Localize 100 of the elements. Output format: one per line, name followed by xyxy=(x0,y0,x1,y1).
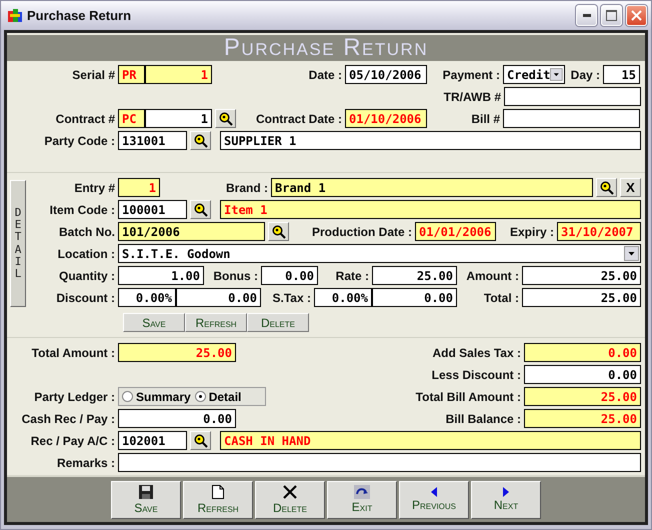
name-field[interactable]: SUPPLIER 1 xyxy=(220,131,641,150)
field-label: Quantity : xyxy=(58,268,115,282)
percent-field[interactable]: 0.00% xyxy=(118,288,176,307)
search-icon xyxy=(194,134,208,148)
detail-button[interactable]: Refresh xyxy=(185,313,247,332)
prefix-field[interactable]: PR xyxy=(118,65,145,84)
field-label: Contract Date : xyxy=(254,112,342,126)
radio-option[interactable]: Detail xyxy=(194,390,242,404)
bonus-field[interactable]: 0.00 xyxy=(261,266,318,285)
app-icon xyxy=(7,8,23,24)
radio-option[interactable]: Summary xyxy=(122,390,191,404)
field-label: Party Code : xyxy=(43,134,115,148)
remarks-field[interactable] xyxy=(118,453,641,472)
bill-amount-field[interactable]: 25.00 xyxy=(524,387,641,406)
field-label: Brand : xyxy=(225,180,268,194)
search-button[interactable] xyxy=(190,431,211,450)
name-field[interactable]: CASH IN HAND xyxy=(220,431,641,450)
amount-field[interactable]: 25.00 xyxy=(522,266,641,285)
search-button[interactable] xyxy=(190,200,211,219)
tax-field[interactable]: 0.00 xyxy=(372,288,457,307)
code-field[interactable]: 100001 xyxy=(118,200,187,219)
batch-field[interactable]: 101/2006 xyxy=(118,222,265,241)
field-label: Production Date : xyxy=(310,224,412,238)
location-dropdown[interactable]: S.I.T.E. Godown xyxy=(118,244,641,263)
total-amount-field[interactable]: 25.00 xyxy=(118,343,236,362)
field-label: Rec / Pay A/C : xyxy=(30,434,115,448)
toolbar-button[interactable]: Exit xyxy=(327,480,397,518)
cash-field[interactable]: 0.00 xyxy=(118,409,236,428)
toolbar-button[interactable]: Previous xyxy=(399,480,469,518)
serial-field[interactable]: 1 xyxy=(145,65,212,84)
field-label: Total Amount : xyxy=(30,346,115,360)
date-field[interactable]: 01/01/2006 xyxy=(415,222,496,241)
clear-button[interactable]: X xyxy=(620,178,641,197)
input-field[interactable] xyxy=(504,87,641,106)
brand-field[interactable]: Brand 1 xyxy=(271,178,593,197)
field-label: TR/AWB # xyxy=(444,90,501,104)
field-label: Payment : xyxy=(442,68,500,82)
field-label: Bill # xyxy=(470,112,500,126)
balance-field[interactable]: 25.00 xyxy=(524,409,641,428)
field-label: Bonus : xyxy=(212,268,258,282)
quantity-field[interactable]: 1.00 xyxy=(118,266,204,285)
sales-tax-field[interactable]: 0.00 xyxy=(524,343,641,362)
discount-field[interactable]: 0.00 xyxy=(176,288,261,307)
window-title: Purchase Return xyxy=(27,8,132,23)
minimize-button[interactable] xyxy=(576,5,597,26)
search-icon xyxy=(194,202,208,216)
code-field[interactable]: 102001 xyxy=(118,431,187,450)
left-triangle-icon xyxy=(430,487,438,497)
detail-button[interactable]: Delete xyxy=(247,313,309,332)
toolbar-button[interactable]: Refresh xyxy=(183,480,253,518)
field-label: Contract # xyxy=(54,112,115,126)
search-button[interactable] xyxy=(190,131,211,150)
field-label: Party Ledger : xyxy=(33,390,115,404)
cross-icon xyxy=(282,484,298,500)
field-label: Total Bill Amount : xyxy=(416,390,521,404)
discount-field[interactable]: 0.00 xyxy=(524,365,641,384)
field-label: Day : xyxy=(570,68,600,82)
toolbar-button[interactable]: Delete xyxy=(255,480,325,518)
prefix-field[interactable]: PC xyxy=(118,109,145,128)
field-label: Amount : xyxy=(465,268,519,282)
day-field[interactable]: 15 xyxy=(603,65,640,84)
payment-dropdown[interactable]: Credit xyxy=(503,65,565,84)
detail-tab[interactable]: DETAIL xyxy=(10,180,26,307)
input-field[interactable] xyxy=(503,109,640,128)
close-icon xyxy=(631,10,642,21)
field-label: Rate : xyxy=(334,268,369,282)
field-label: Cash Rec / Pay : xyxy=(20,412,115,426)
right-triangle-icon xyxy=(502,487,510,497)
search-icon xyxy=(194,434,208,448)
date-field[interactable]: 05/10/2006 xyxy=(345,65,427,84)
entry-field[interactable]: 1 xyxy=(118,178,160,197)
detail-button[interactable]: Save xyxy=(123,313,185,332)
contract-field[interactable]: 1 xyxy=(145,109,212,128)
search-button[interactable] xyxy=(268,222,289,241)
close-button[interactable] xyxy=(626,5,647,26)
search-button[interactable] xyxy=(215,109,236,128)
field-label: Discount : xyxy=(55,290,115,304)
date-field[interactable]: 01/10/2006 xyxy=(345,109,427,128)
total-field[interactable]: 25.00 xyxy=(522,288,641,307)
search-icon xyxy=(272,224,286,238)
maximize-icon xyxy=(606,10,617,21)
field-label: Batch No. xyxy=(58,224,115,238)
field-label: Location : xyxy=(56,246,115,260)
field-label: Entry # xyxy=(73,180,115,194)
search-icon xyxy=(218,112,232,126)
field-label: Item Code : xyxy=(48,202,115,216)
code-field[interactable]: 131001 xyxy=(118,131,187,150)
search-button[interactable] xyxy=(596,178,617,197)
field-label: Expiry : xyxy=(508,224,554,238)
field-label: Less Discount : xyxy=(432,368,521,382)
toolbar-button[interactable]: Save xyxy=(111,480,181,518)
percent-field[interactable]: 0.00% xyxy=(314,288,372,307)
search-icon xyxy=(600,180,614,194)
date-field[interactable]: 31/10/2007 xyxy=(557,222,641,241)
field-label: Bill Balance : xyxy=(446,412,521,426)
field-label: Total : xyxy=(482,290,519,304)
maximize-button[interactable] xyxy=(601,5,622,26)
rate-field[interactable]: 25.00 xyxy=(372,266,457,285)
toolbar-button[interactable]: Next xyxy=(471,480,541,518)
name-field[interactable]: Item 1 xyxy=(220,200,641,219)
